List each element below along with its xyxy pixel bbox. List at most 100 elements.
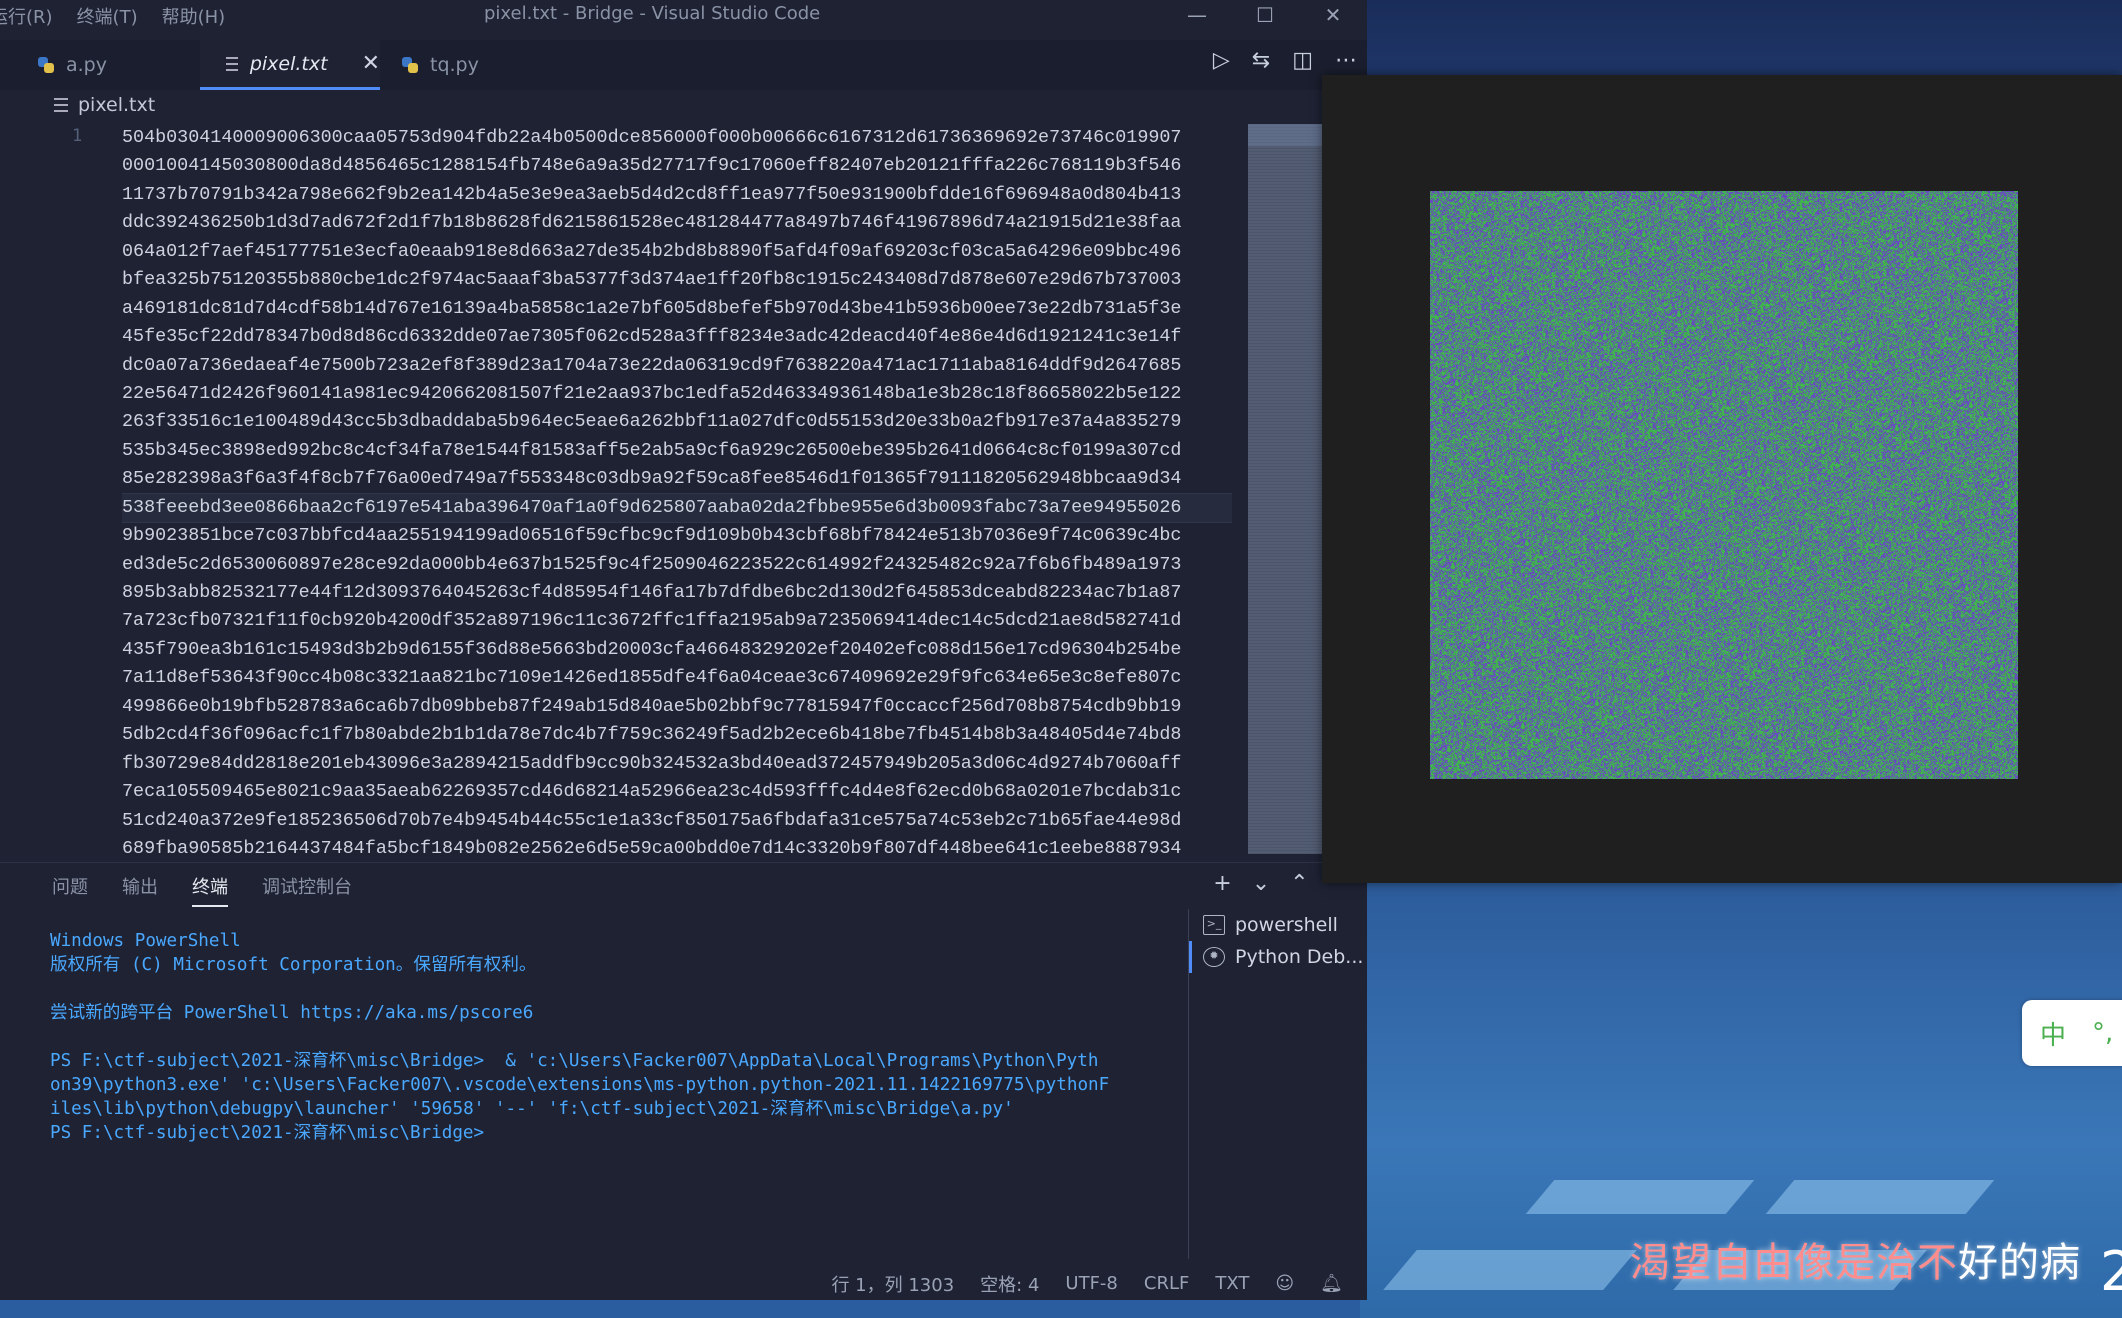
code-line[interactable]: a469181dc81d7d4cdf58b14d767e16139a4ba585… bbox=[122, 295, 1232, 323]
line-number: 1 bbox=[72, 126, 83, 146]
tab-label: tq.py bbox=[430, 54, 479, 76]
code-line[interactable]: 9b9023851bce7c037bbfcd4aa255194199ad0651… bbox=[122, 522, 1232, 550]
code-line[interactable]: 499866e0b19bfb528783a6ca6b7db09bbeb87f24… bbox=[122, 693, 1232, 721]
maximize-button[interactable]: ☐ bbox=[1231, 0, 1299, 30]
code-line[interactable]: 435f790ea3b161c15493d3b2b9d6155f36d88e56… bbox=[122, 636, 1232, 664]
window-title: pixel.txt - Bridge - Visual Studio Code bbox=[484, 3, 821, 24]
terminal-item-python-debug[interactable]: ✹ Python Deb... bbox=[1189, 941, 1368, 973]
tab-label: pixel.txt bbox=[249, 52, 328, 75]
terminal-line: 尝试新的跨平台 PowerShell https://aka.ms/pscore… bbox=[50, 1003, 534, 1023]
code-line[interactable]: 538feeebd3ee0866baa2cf6197e541aba396470a… bbox=[122, 492, 1232, 524]
tab-label: a.py bbox=[66, 54, 107, 76]
language-mode[interactable]: TXT bbox=[1215, 1273, 1249, 1294]
tab-output[interactable]: 输出 bbox=[122, 873, 158, 907]
tab-problems[interactable]: 问题 bbox=[52, 873, 88, 907]
code-line[interactable]: 535b345ec3898ed992bc8c4cf34fa78e1544f815… bbox=[122, 437, 1232, 465]
ime-mode: 中 bbox=[2040, 1020, 2067, 1051]
code-line[interactable]: 7eca105509465e8021c9aa35aeab62269357cd46… bbox=[122, 778, 1232, 806]
code-line[interactable]: 504b0304140009006300caa05753d904fdb22a4b… bbox=[122, 124, 1232, 152]
menu-run[interactable]: 运行(R) bbox=[0, 3, 53, 29]
more-actions-icon[interactable]: ⋯ bbox=[1335, 48, 1357, 73]
editor-actions: ▷ ⇆ ◫ ⋯ bbox=[1213, 48, 1357, 73]
code-line[interactable]: 0001004145030800da8d4856465c1288154fb748… bbox=[122, 152, 1232, 180]
terminal-output[interactable]: Windows PowerShell 版权所有 (C) Microsoft Cor… bbox=[50, 929, 1170, 1145]
code-line[interactable]: 7a11d8ef53643f90cc4b08c3321aa821bc7109e1… bbox=[122, 664, 1232, 692]
minimap-slider[interactable] bbox=[1248, 124, 1328, 146]
pixel-noise-image bbox=[1430, 191, 2018, 779]
tab-a-py[interactable]: a.py bbox=[0, 40, 198, 90]
image-viewer-window[interactable] bbox=[1322, 75, 2122, 883]
terminal-list: >_ powershell ✹ Python Deb... bbox=[1188, 909, 1368, 1259]
terminal-line: 版权所有 (C) Microsoft Corporation。保留所有权利。 bbox=[50, 955, 537, 975]
chevron-down-icon[interactable]: ⌄ bbox=[1252, 871, 1270, 896]
menu-help[interactable]: 帮助(H) bbox=[162, 3, 226, 29]
code-line[interactable]: 263f33516c1e100489d43cc5b3dbaddaba5b964e… bbox=[122, 408, 1232, 436]
terminal-icon: >_ bbox=[1203, 915, 1225, 935]
menu-bar: 运行(R) 终端(T) 帮助(H) bbox=[0, 3, 225, 29]
split-editor-icon[interactable]: ◫ bbox=[1292, 48, 1313, 73]
code-line[interactable]: 689fba90585b2164437484fa5bcf1849b082e256… bbox=[122, 835, 1232, 862]
menu-terminal[interactable]: 终端(T) bbox=[77, 3, 138, 29]
terminal-item-label: Python Deb... bbox=[1235, 946, 1364, 968]
code-line[interactable]: 11737b70791b342a798e662f9b2ea142b4a5e3e9… bbox=[122, 181, 1232, 209]
python-file-icon bbox=[38, 57, 54, 73]
close-window-button[interactable]: ✕ bbox=[1299, 0, 1367, 30]
code-line[interactable]: 895b3abb82532177e44f12d3093764045263cf4d… bbox=[122, 579, 1232, 607]
minimize-button[interactable]: — bbox=[1163, 0, 1231, 30]
lyric-white: 好的病 bbox=[1958, 1240, 2081, 1286]
code-line[interactable]: 45fe35cf22dd78347b0d8d86cd6332dde07ae730… bbox=[122, 323, 1232, 351]
indentation[interactable]: 空格: 4 bbox=[980, 1271, 1039, 1297]
panel-tabs: 问题 输出 终端 调试控制台 bbox=[52, 873, 352, 907]
ime-indicator[interactable]: 中 °, bbox=[2022, 1000, 2122, 1066]
code-line[interactable]: bfea325b75120355b880cbe1dc2f974ac5aaaf3b… bbox=[122, 266, 1232, 294]
minimap[interactable] bbox=[1248, 124, 1328, 854]
code-line[interactable]: 85e282398a3f6a3f4f8cb7f76a00ed749a7f5533… bbox=[122, 465, 1232, 493]
code-line[interactable]: fb30729e84dd2818e201eb43096e3a2894215add… bbox=[122, 750, 1232, 778]
code-line[interactable]: 22e56471d2426f960141a981ec9420662081507f… bbox=[122, 380, 1232, 408]
editor-tabs: a.py pixel.txt ✕ tq.py bbox=[0, 40, 1367, 90]
python-file-icon bbox=[402, 57, 418, 73]
window-controls: — ☐ ✕ bbox=[1163, 0, 1367, 30]
debug-icon: ✹ bbox=[1203, 947, 1225, 967]
feedback-icon[interactable]: ☺ bbox=[1275, 1273, 1294, 1294]
bell-icon[interactable]: 🔔︎ bbox=[1320, 1273, 1343, 1294]
tab-tq-py[interactable]: tq.py bbox=[364, 40, 562, 90]
ime-punct: °, bbox=[2092, 1018, 2114, 1048]
bottom-panel: 问题 输出 终端 调试控制台 + ⌄ ⌃ ⌃ Windows PowerShel… bbox=[0, 862, 1367, 1268]
terminal-line: Windows PowerShell bbox=[50, 931, 241, 951]
encoding[interactable]: UTF-8 bbox=[1065, 1273, 1117, 1294]
tab-pixel-txt[interactable]: pixel.txt ✕ bbox=[200, 40, 380, 90]
lyric-red: 渴望自由像是治不 bbox=[1630, 1240, 1958, 1286]
cursor-position[interactable]: 行 1，列 1303 bbox=[831, 1271, 954, 1297]
code-content[interactable]: 504b0304140009006300caa05753d904fdb22a4b… bbox=[122, 124, 1232, 862]
code-line[interactable]: ed3de5c2d6530060897e28ce92da000bb4e637b1… bbox=[122, 551, 1232, 579]
code-line[interactable]: 064a012f7aef45177751e3ecfa0eaab918e8d663… bbox=[122, 238, 1232, 266]
compare-icon[interactable]: ⇆ bbox=[1252, 48, 1270, 73]
status-bar: 行 1，列 1303 空格: 4 UTF-8 CRLF TXT ☺ 🔔︎ bbox=[0, 1267, 1367, 1300]
tab-terminal[interactable]: 终端 bbox=[192, 873, 228, 907]
terminal-item-powershell[interactable]: >_ powershell bbox=[1189, 909, 1368, 941]
maximize-panel-icon[interactable]: ⌃ bbox=[1290, 871, 1308, 896]
breadcrumb: pixel.txt bbox=[54, 94, 155, 116]
code-line[interactable]: 51cd240a372e9fe185236506d70b7e4b9454b44c… bbox=[122, 807, 1232, 835]
terminal-line: PS F:\ctf-subject\2021-深育杯\misc\Bridge> … bbox=[50, 1051, 1099, 1071]
text-file-icon bbox=[226, 56, 238, 71]
tab-debug-console[interactable]: 调试控制台 bbox=[262, 873, 352, 907]
code-line[interactable]: 7a723cfb07321f11f0cb920b4200df352a897196… bbox=[122, 607, 1232, 635]
terminal-line: iles\lib\python\debugpy\launcher' '59658… bbox=[50, 1099, 1014, 1119]
code-line[interactable]: ddc392436250b1d3d7ad672f2d1f7b18b8628fd6… bbox=[122, 209, 1232, 237]
code-editor[interactable]: 1 504b0304140009006300caa05753d904fdb22a… bbox=[0, 122, 1250, 862]
run-icon[interactable]: ▷ bbox=[1213, 48, 1230, 73]
wallpaper-lyric: 渴望自由像是治不好的病 bbox=[1630, 1230, 2081, 1288]
code-line[interactable]: 5db2cd4f36f096acfc1f7b80abde2b1b1da78e7d… bbox=[122, 721, 1232, 749]
terminal-line: PS F:\ctf-subject\2021-深育杯\misc\Bridge> bbox=[50, 1123, 485, 1143]
new-terminal-icon[interactable]: + bbox=[1213, 871, 1231, 896]
vscode-window: 运行(R) 终端(T) 帮助(H) pixel.txt - Bridge - V… bbox=[0, 0, 1367, 1300]
breadcrumb-file[interactable]: pixel.txt bbox=[78, 94, 155, 116]
terminal-line: on39\python3.exe' 'c:\Users\Facker007\.v… bbox=[50, 1075, 1110, 1095]
code-line[interactable]: dc0a07a736edaeaf4e7500b723a2ef8f389d23a1… bbox=[122, 352, 1232, 380]
text-file-icon bbox=[54, 98, 68, 112]
line-ending[interactable]: CRLF bbox=[1144, 1273, 1189, 1294]
